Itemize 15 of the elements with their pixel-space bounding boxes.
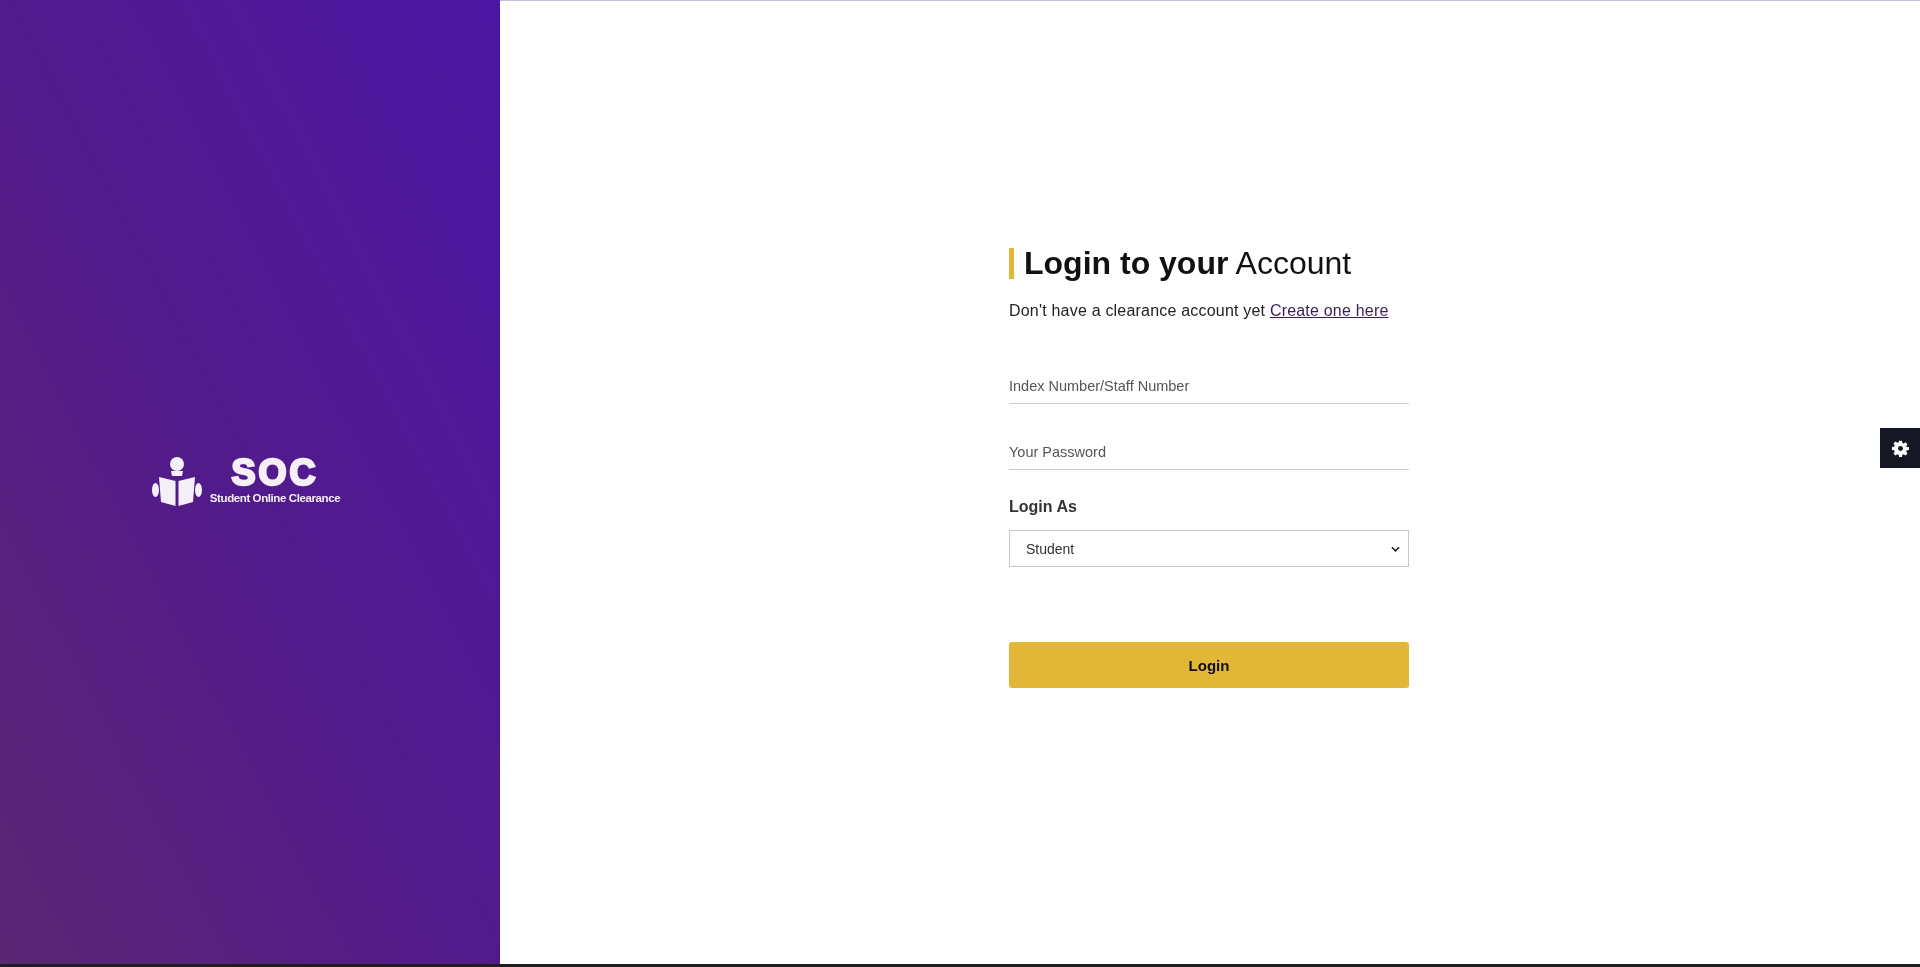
password-field[interactable]: Your Password [1009,434,1409,470]
reading-person-icon [151,457,202,507]
username-field[interactable]: Index Number/Staff Number [1009,368,1409,404]
caret-icon [1391,545,1400,552]
logo-subtitle: Student Online Clearance [209,491,341,506]
logo-title: SOC [231,458,319,488]
create-account-link[interactable]: Create one here [1269,302,1389,319]
login-button[interactable]: Login [1009,642,1409,688]
login-as-select[interactable]: Student [1009,530,1409,567]
heading-accent-bar [1009,247,1014,279]
login-heading: Login to your Account [1024,245,1352,281]
login-as-label: Login As [1009,498,1078,516]
signup-prompt: Don't have a clearance account yet Create one here [1009,302,1390,320]
settings-button[interactable] [1880,428,1920,468]
settings-icon [1891,439,1909,457]
